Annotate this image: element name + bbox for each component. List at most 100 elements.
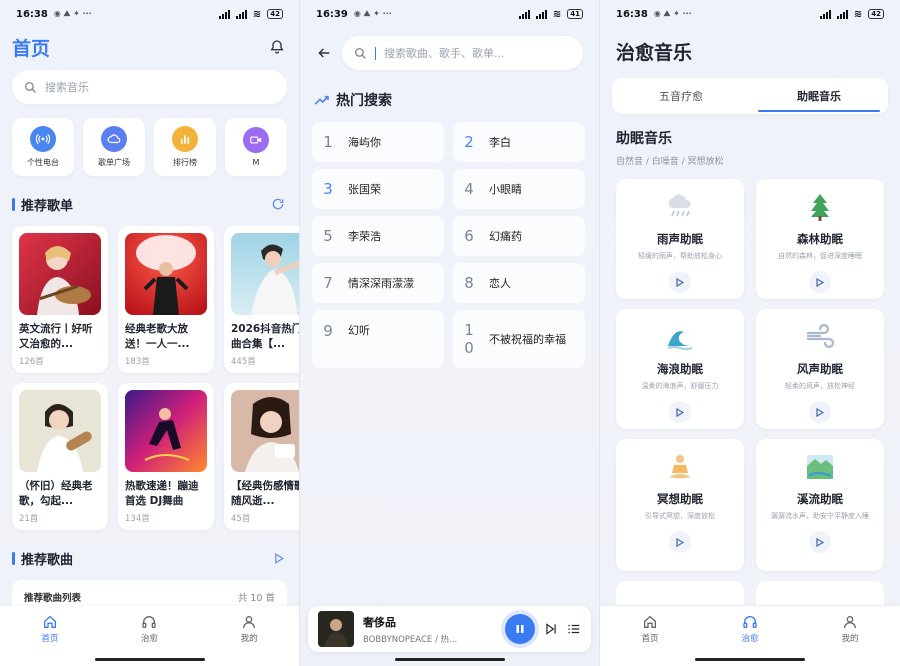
sleep-card-stream[interactable]: 溪流助眠 潺潺流水声，助安宁平静度入睡 [756, 439, 884, 571]
search-icon [354, 47, 366, 59]
sleep-card-desc: 引导式冥想，深度放松 [645, 512, 715, 520]
bell-icon[interactable] [269, 39, 285, 55]
hot-search-item[interactable]: 6 幻痛药 [453, 216, 585, 256]
notification-icon: ◉ ⛰ ✦ ··· [653, 9, 692, 18]
hot-search-item[interactable]: 9 幻听 [312, 310, 444, 368]
quick-label: 个性电台 [27, 158, 59, 167]
section-title: 推荐歌曲 [21, 552, 74, 568]
sleep-card-title: 海浪助眠 [657, 362, 703, 376]
quick-radio[interactable]: 个性电台 [12, 118, 74, 176]
play-button[interactable] [669, 271, 691, 293]
tab-sleep-music[interactable]: 助眠音乐 [750, 78, 888, 114]
play-button[interactable] [809, 401, 831, 423]
now-playing-artist: BOBBYNOPEACE / 热... [363, 634, 458, 645]
hot-search-item[interactable]: 7 情深深雨濛濛 [312, 263, 444, 303]
home-icon [43, 615, 56, 628]
playlist-queue-icon[interactable] [567, 622, 581, 636]
playlist-title: （怀旧）经典老歌，勾起... [19, 480, 93, 507]
search-input[interactable]: 搜索歌曲、歌手、歌单... [342, 36, 583, 70]
hot-search-item[interactable]: 4 小眼睛 [453, 169, 585, 209]
signal-icon [218, 9, 230, 19]
status-time: 16:38 [616, 8, 648, 20]
status-bar: 16:38 ◉ ⛰ ✦ ··· ≋ 42 [0, 0, 299, 28]
hot-search-item[interactable]: 3 张国荣 [312, 169, 444, 209]
search-screen: 16:39 ◉ ⛰ ✦ ··· ≋ 41 搜索歌曲、歌手、歌单... 热门搜索 [300, 0, 600, 666]
home-icon [644, 615, 656, 628]
refresh-icon[interactable] [271, 197, 285, 211]
hot-search-term: 海屿你 [348, 136, 381, 149]
playlist-card[interactable]: 热歌速递！蹦迪首选 DJ舞曲 134首 [118, 383, 214, 530]
nav-label: 首页 [41, 634, 59, 644]
play-button[interactable] [669, 401, 691, 423]
quick-playlist-square[interactable]: 歌单广场 [83, 118, 145, 176]
wind-icon [804, 321, 836, 353]
next-track-icon[interactable] [544, 622, 558, 636]
nav-mine[interactable]: 我的 [820, 614, 880, 666]
bottom-nav: 首页 治愈 我的 [0, 606, 299, 666]
pause-icon [516, 625, 524, 633]
section-recommend-songs: 推荐歌曲 [12, 549, 73, 568]
play-button[interactable] [669, 531, 691, 553]
hot-search-item[interactable]: 8 恋人 [453, 263, 585, 303]
sleep-card-title: 冥想助眠 [657, 492, 703, 506]
nav-label: 我的 [240, 634, 258, 644]
nav-label: 我的 [841, 634, 859, 644]
page-title: 治愈音乐 [616, 42, 693, 64]
text-caret [375, 46, 376, 60]
sleep-card-forest[interactable]: 森林助眠 自然的森林，促进深度睡眠 [756, 179, 884, 299]
rank-number: 8 [464, 274, 474, 292]
more-cards-peek [600, 571, 900, 605]
playlist-card[interactable]: （怀旧）经典老歌，勾起... 21首 [12, 383, 108, 530]
playlist-card[interactable]: 【经典伤感情歌】随风逝... 45首 [224, 383, 299, 530]
back-arrow-icon[interactable] [316, 45, 332, 61]
play-icon [816, 277, 824, 287]
play-button[interactable] [809, 531, 831, 553]
hot-search-term: 小眼睛 [489, 183, 522, 196]
quick-mv[interactable]: M [225, 118, 287, 176]
home-indicator [695, 658, 805, 661]
headphones-icon [743, 616, 757, 628]
tab-five-tones[interactable]: 五音疗愈 [612, 78, 750, 114]
home-indicator [95, 658, 205, 661]
playlist-card[interactable]: 2026抖音热门歌曲合集【... 445首 [224, 226, 299, 373]
sleep-card-rain[interactable]: 雨声助眠 轻缓的雨声，帮助放松身心 [616, 179, 744, 299]
home-indicator [395, 658, 505, 661]
rank-number: 9 [323, 322, 333, 340]
battery-icon: 42 [868, 9, 884, 19]
pause-button[interactable] [505, 614, 535, 644]
search-input[interactable]: 搜索音乐 [12, 70, 287, 104]
playlist-count: 45首 [231, 514, 251, 524]
nav-home[interactable]: 首页 [20, 614, 80, 666]
stream-icon [804, 451, 836, 483]
nav-label: 治愈 [140, 634, 158, 644]
hot-search-term: 李荣浩 [348, 230, 381, 243]
hot-search-item[interactable]: 5 李荣浩 [312, 216, 444, 256]
status-bar: 16:38 ◉ ⛰ ✦ ··· ≋ 42 [600, 0, 900, 28]
play-button[interactable] [809, 271, 831, 293]
hot-search-term: 幻痛药 [489, 230, 522, 243]
quick-label: 歌单广场 [98, 158, 130, 167]
section-title: 热门搜索 [336, 93, 392, 109]
sleep-card-desc: 温柔的海浪声，舒缓压力 [641, 382, 719, 390]
notification-icon: ◉ ⛰ ✦ ··· [353, 9, 392, 18]
playlist-card[interactable]: 经典老歌大放送！一人一... 183首 [118, 226, 214, 373]
rank-number: 7 [323, 274, 333, 292]
headphones-icon [142, 616, 157, 628]
sleep-card-waves[interactable]: 海浪助眠 温柔的海浪声，舒缓压力 [616, 309, 744, 429]
sleep-card-meditation[interactable]: 冥想助眠 引导式冥想，深度放松 [616, 439, 744, 571]
quick-charts[interactable]: 排行榜 [154, 118, 216, 176]
playlist-card[interactable]: 英文流行丨好听又治愈的... 126首 [12, 226, 108, 373]
hot-search-item[interactable]: 2 李白 [453, 122, 585, 162]
nav-home[interactable]: 首页 [620, 614, 680, 666]
hot-search-item[interactable]: 10 不被祝福的幸福 [453, 310, 585, 368]
nav-mine[interactable]: 我的 [219, 614, 279, 666]
playlist-count: 21首 [19, 514, 39, 524]
mini-player[interactable]: 奢侈品 BOBBYNOPEACE / 热... [308, 606, 591, 652]
wifi-icon: ≋ [552, 8, 562, 20]
nav-label: 首页 [641, 634, 659, 644]
playlist-title: 热歌速递！蹦迪首选 DJ舞曲 [125, 480, 199, 507]
play-all-icon[interactable] [272, 552, 285, 565]
sleep-card-wind[interactable]: 风声助眠 轻柔的风声，放松神经 [756, 309, 884, 429]
playlist-count: 445首 [231, 357, 256, 367]
hot-search-item[interactable]: 1 海屿你 [312, 122, 444, 162]
